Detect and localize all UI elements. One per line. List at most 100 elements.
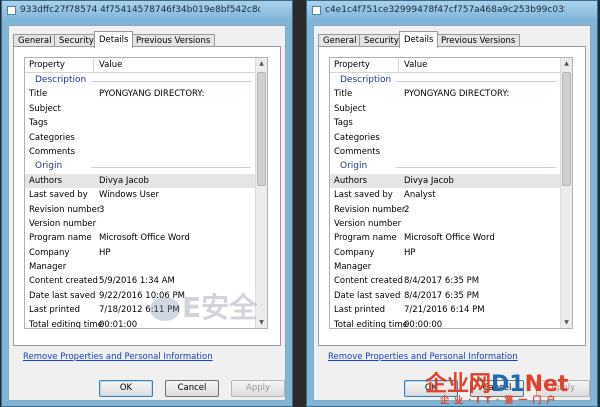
property-row[interactable]: Revision number 3 [25,203,257,217]
property-value: Divya Jacob [99,175,149,186]
property-row[interactable]: Total editing time 00:00:00 [330,318,562,329]
property-value: PYONGYANG DIRECTORY: [404,89,510,100]
property-value: Microsoft Office Word [99,233,190,244]
property-value: HP [99,247,111,258]
property-row[interactable]: Title PYONGYANG DIRECTORY: [330,87,562,101]
property-row[interactable]: Categories [25,131,257,145]
value-column-header[interactable]: Value [404,60,427,70]
property-name: Title [334,89,353,100]
property-row[interactable]: Last printed 7/21/2016 6:14 PM [330,303,562,317]
value-column-header[interactable]: Value [99,60,122,70]
window-title: c4e1c4f751ce32999478f47cf757a468a9c253b9… [325,5,565,15]
tab-details[interactable]: Details [94,31,134,48]
scroll-thumb[interactable] [257,72,266,186]
property-value: 5/9/2016 1:34 AM [99,276,175,287]
property-row[interactable]: Last saved by Analyst [330,188,562,202]
section-header-description: Description [25,73,257,87]
section-header-origin: Origin [330,159,562,173]
property-row[interactable]: Authors Divya Jacob [330,173,562,189]
property-name: Total editing time [334,319,408,329]
property-row[interactable]: Revision number 2 [330,203,562,217]
property-row[interactable]: Subject [330,102,562,116]
property-value: PYONGYANG DIRECTORY: [99,89,205,100]
property-name: Content created [29,276,98,287]
property-name: Version number [334,218,402,229]
property-name: Categories [334,132,380,143]
property-row[interactable]: Company HP [25,246,257,260]
property-name: Last printed [29,305,81,316]
property-column-header[interactable]: Property [334,60,370,70]
section-header-description: Description [330,73,562,87]
scroll-up-arrow-icon[interactable]: ▲ [256,58,267,69]
property-row[interactable]: Program name Microsoft Office Word [330,231,562,245]
property-name: Comments [29,146,76,157]
property-name: Company [29,247,70,258]
property-name: Comments [334,146,381,157]
apply-button[interactable]: Apply [231,380,285,397]
vertical-scrollbar[interactable]: ▲ ▼ [560,58,572,328]
scroll-up-arrow-icon[interactable]: ▲ [561,58,572,69]
property-value: 7/21/2016 6:14 PM [404,305,485,316]
property-row[interactable]: Comments [25,145,257,159]
property-column-header[interactable]: Property [29,60,65,70]
property-name: Subject [334,103,366,114]
property-row[interactable]: Program name Microsoft Office Word [25,231,257,245]
property-name: Program name [334,233,397,244]
property-row[interactable]: Last saved by Windows User [25,188,257,202]
title-bar[interactable]: c4e1c4f751ce32999478f47cf757a468a9c253b9… [307,1,597,21]
properties-dialog-left: 933dffc27f78574 4f75414578746f34b019e8bf… [1,0,293,407]
watermark-logo-icon [150,297,180,321]
property-name: Subject [29,103,61,114]
esafety-watermark: E安全 [150,286,257,326]
ok-button[interactable]: OK [99,380,153,397]
scroll-down-arrow-icon[interactable]: ▼ [256,317,267,328]
property-row[interactable]: Comments [330,145,562,159]
property-value: 2 [404,204,410,215]
property-row[interactable]: Tags [330,116,562,130]
property-row[interactable]: Authors Divya Jacob [25,173,257,189]
property-name: Last saved by [29,190,88,201]
property-row[interactable]: Company HP [330,246,562,260]
property-name: Authors [29,175,63,186]
tab-details[interactable]: Details [399,31,439,48]
scroll-thumb[interactable] [562,72,571,186]
property-name: Date last saved [334,290,401,301]
title-bar[interactable]: 933dffc27f78574 4f75414578746f34b019e8bf… [2,1,292,21]
column-header: Property Value [330,58,562,73]
property-row[interactable]: Subject [25,102,257,116]
property-value: 8/4/2017 6:35 PM [404,276,480,287]
property-row[interactable]: Tags [25,116,257,130]
property-value: Divya Jacob [404,175,454,186]
property-row[interactable]: Version number [330,217,562,231]
property-name: Revision number [29,204,101,215]
property-name: Title [29,89,48,100]
property-row[interactable]: Date last saved 8/4/2017 6:35 PM [330,289,562,303]
property-name: Program name [29,233,92,244]
details-panel: Property Value Description Title PYONGYANG… [318,46,586,346]
property-name: Revision number [334,204,406,215]
dialog-body: General Security Details Previous Versio… [8,25,286,401]
property-row[interactable]: Manager [25,260,257,274]
property-value: HP [404,247,416,258]
remove-properties-link[interactable]: Remove Properties and Personal Informati… [23,352,213,362]
property-value: Analyst [404,190,436,201]
scroll-down-arrow-icon[interactable]: ▼ [561,317,572,328]
cancel-button[interactable]: Cancel [165,380,219,397]
property-row[interactable]: Title PYONGYANG DIRECTORY: [25,87,257,101]
property-list[interactable]: Property Value Description Title PYONGYANG… [329,57,573,329]
property-value: 8/4/2017 6:35 PM [404,290,480,301]
property-row[interactable]: Content created 8/4/2017 6:35 PM [330,274,562,288]
property-name: Manager [334,262,372,273]
property-name: Content created [334,276,403,287]
property-row[interactable]: Manager [330,260,562,274]
property-value: Microsoft Office Word [404,233,495,244]
property-row[interactable]: Version number [25,217,257,231]
remove-properties-link[interactable]: Remove Properties and Personal Informati… [328,352,518,362]
d1net-tagline-watermark: 企业·IT·第一门户 [440,396,561,406]
property-name: Tags [29,118,48,129]
window-title: 933dffc27f78574 4f75414578746f34b019e8bf… [20,5,260,15]
property-row[interactable]: Categories [330,131,562,145]
document-icon [7,6,16,15]
property-name: Version number [29,218,97,229]
section-header-origin: Origin [25,159,257,173]
